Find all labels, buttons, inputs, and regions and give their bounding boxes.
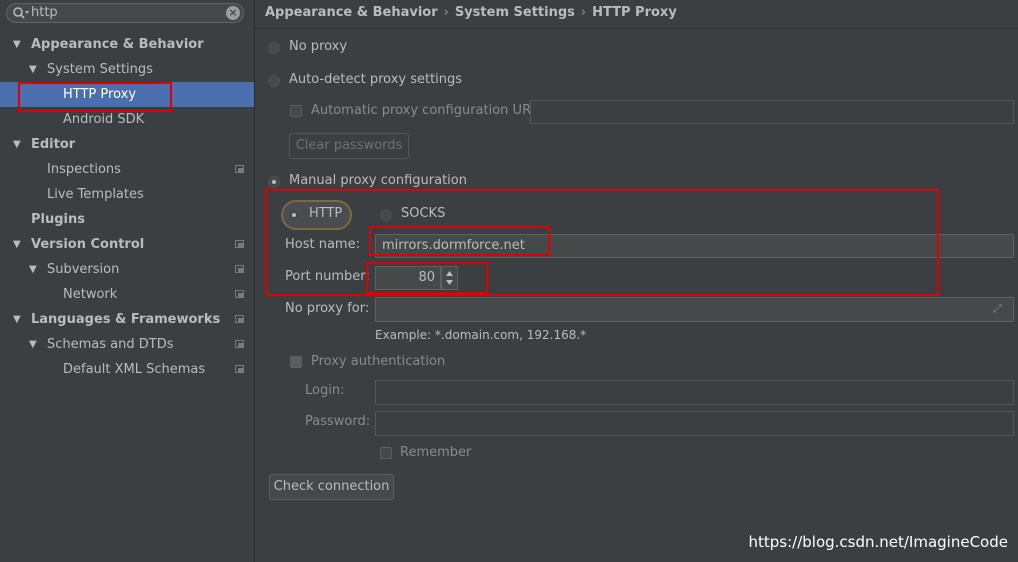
tree-item-languages-frameworks[interactable]: ▼ Languages & Frameworks	[0, 307, 254, 332]
tree-item-subversion[interactable]: ▼ Subversion	[0, 257, 254, 282]
expand-arrow-icon[interactable]: ▼	[13, 132, 21, 157]
no-proxy-label: No proxy	[289, 39, 348, 54]
tree-item-system-settings[interactable]: ▼ System Settings	[0, 57, 254, 82]
breadcrumb-separator: ›	[443, 5, 449, 20]
tree-item-version-control[interactable]: ▼ Version Control	[0, 232, 254, 257]
proxy-auth-checkbox[interactable]	[290, 356, 302, 368]
expand-arrow-icon[interactable]: ▼	[13, 32, 21, 57]
auto-detect-radio[interactable]	[268, 75, 280, 87]
breadcrumb-current: HTTP Proxy	[592, 5, 677, 20]
project-settings-icon	[235, 240, 244, 248]
no-proxy-for-label: No proxy for:	[285, 301, 370, 316]
expand-arrow-icon[interactable]: ▼	[29, 257, 37, 282]
annotation-box-http-proxy	[18, 82, 172, 112]
tree-item-label: System Settings	[47, 62, 153, 77]
no-proxy-example: Example: *.domain.com, 192.168.*	[375, 328, 587, 342]
clear-search-icon[interactable]: ×	[226, 6, 240, 20]
clear-passwords-button[interactable]: Clear passwords	[289, 133, 409, 159]
watermark-text: https://blog.csdn.net/ImagineCode	[748, 533, 1008, 551]
project-settings-icon	[235, 290, 244, 298]
check-connection-button[interactable]: Check connection	[269, 474, 394, 500]
tree-item-default-xml-schemas[interactable]: Default XML Schemas	[0, 357, 254, 382]
tree-item-network[interactable]: Network	[0, 282, 254, 307]
search-icon	[13, 7, 29, 19]
tree-item-live-templates[interactable]: Live Templates	[0, 182, 254, 207]
remember-label: Remember	[400, 445, 472, 460]
annotation-box-port	[366, 262, 488, 294]
tree-item-schemas-dtds[interactable]: ▼ Schemas and DTDs	[0, 332, 254, 357]
tree-item-label: Languages & Frameworks	[31, 312, 221, 327]
expand-arrow-icon[interactable]: ▼	[29, 57, 37, 82]
tree-item-label: Editor	[31, 137, 76, 152]
expand-icon[interactable]: ⤢	[993, 303, 1005, 315]
tree-item-inspections[interactable]: Inspections	[0, 157, 254, 182]
tree-item-label: Inspections	[47, 162, 121, 177]
manual-proxy-radio[interactable]	[268, 176, 280, 188]
breadcrumb: Appearance & Behavior › System Settings › HT…	[265, 5, 677, 20]
expand-arrow-icon[interactable]: ▼	[13, 232, 21, 257]
project-settings-icon	[235, 340, 244, 348]
auto-config-url-label: Automatic proxy configuration URL:	[311, 103, 543, 118]
expand-arrow-icon[interactable]: ▼	[13, 307, 21, 332]
project-settings-icon	[235, 365, 244, 373]
tree-item-editor[interactable]: ▼ Editor	[0, 132, 254, 157]
project-settings-icon	[235, 315, 244, 323]
tree-item-label: Plugins	[31, 212, 85, 227]
tree-item-label: Schemas and DTDs	[47, 337, 174, 352]
breadcrumb-part: System Settings	[454, 5, 575, 20]
tree-item-label: Default XML Schemas	[63, 362, 206, 377]
tree-item-plugins[interactable]: Plugins	[0, 207, 254, 232]
manual-proxy-label: Manual proxy configuration	[289, 173, 467, 188]
breadcrumb-part: Appearance & Behavior	[265, 5, 438, 20]
auto-config-url-checkbox[interactable]	[290, 105, 302, 117]
login-field[interactable]	[375, 380, 1014, 405]
no-proxy-for-field[interactable]: ⤢	[375, 297, 1014, 322]
tree-item-label: Network	[63, 287, 118, 302]
project-settings-icon	[235, 165, 244, 173]
project-settings-icon	[235, 265, 244, 273]
auto-config-url-field[interactable]	[530, 100, 1014, 124]
tree-item-label: Appearance & Behavior	[31, 37, 204, 52]
expand-arrow-icon[interactable]: ▼	[29, 332, 37, 357]
tree-item-label: Subversion	[47, 262, 120, 277]
search-input[interactable]: http	[31, 5, 58, 20]
breadcrumb-separator: ›	[580, 5, 587, 20]
password-label: Password:	[305, 414, 371, 429]
auto-detect-label: Auto-detect proxy settings	[289, 72, 463, 87]
search-field[interactable]: http ×	[6, 3, 244, 23]
no-proxy-radio[interactable]	[268, 42, 280, 54]
login-label: Login:	[305, 383, 345, 398]
tree-item-label: Version Control	[31, 237, 145, 252]
remember-checkbox[interactable]	[380, 447, 392, 459]
header-divider	[255, 28, 1018, 29]
proxy-auth-label: Proxy authentication	[311, 354, 446, 369]
tree-item-label: Live Templates	[47, 187, 144, 202]
annotation-box-host-name	[369, 226, 550, 256]
password-field[interactable]	[375, 411, 1014, 436]
tree-item-appearance-behavior[interactable]: ▼ Appearance & Behavior	[0, 32, 254, 57]
